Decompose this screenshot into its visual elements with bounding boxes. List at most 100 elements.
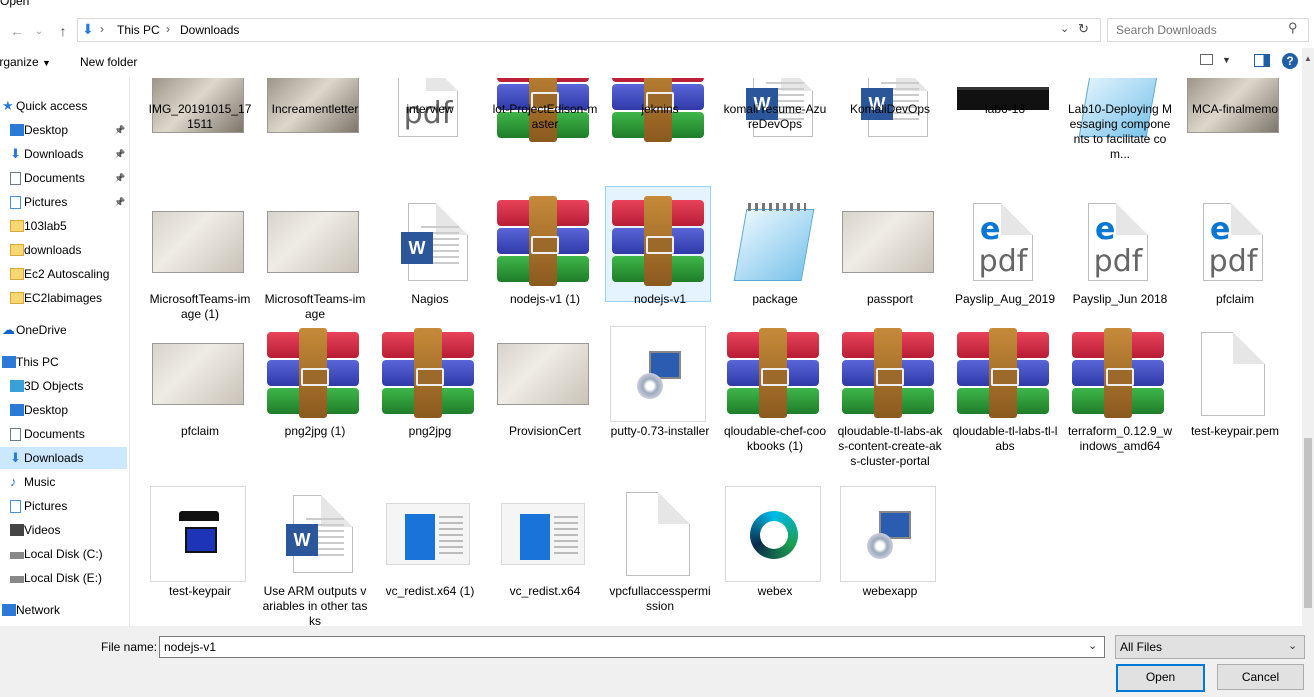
sidebar-item-pictures[interactable]: Pictures 📌 xyxy=(0,191,127,213)
sidebar-item-this-pc[interactable]: This PC xyxy=(0,351,127,373)
sidebar-item-documents[interactable]: Documents 📌 xyxy=(0,167,127,189)
preview-pane-icon[interactable] xyxy=(1254,54,1270,67)
sidebar-item-downloads[interactable]: ⬇ Downloads xyxy=(0,447,127,469)
file-item[interactable]: nodejs-v1 xyxy=(605,186,713,330)
recent-locations-chevron-icon[interactable]: ⌄ xyxy=(30,22,48,40)
file-name-field[interactable]: nodejs-v1 ⌄ xyxy=(159,636,1105,658)
file-name-dropdown-icon[interactable]: ⌄ xyxy=(1088,639,1097,652)
file-item[interactable]: lab6-18 xyxy=(952,78,1058,190)
open-button[interactable]: Open xyxy=(1116,664,1205,692)
back-arrow-icon[interactable]: ← xyxy=(8,22,26,40)
file-item[interactable]: package xyxy=(722,190,828,330)
breadcrumb-downloads[interactable]: Downloads xyxy=(180,23,239,37)
sidebar-item-downloads[interactable]: downloads xyxy=(0,239,127,261)
address-bar[interactable]: ⬇ › This PC › Downloads ⌄ ↻ xyxy=(77,18,1101,42)
sidebar-item-3d-objects[interactable]: 3D Objects xyxy=(0,375,127,397)
file-item[interactable]: qloudable-tl-labs-aks-content-create-aks… xyxy=(837,322,943,468)
file-item[interactable]: vpcfullaccesspermission xyxy=(607,482,713,622)
sidebar-item-pictures[interactable]: Pictures xyxy=(0,495,127,517)
blank-file-icon xyxy=(610,486,706,582)
file-item[interactable]: pdf interview xyxy=(377,78,483,190)
sidebar-item-label: Pictures xyxy=(24,195,68,209)
winrar-archive-icon xyxy=(725,326,821,422)
file-item[interactable]: Wkomali resume-AzureDevOps xyxy=(722,78,828,190)
search-icon[interactable]: ⚲ xyxy=(1288,20,1298,36)
file-type-select[interactable]: All Files ⌄ xyxy=(1115,635,1305,659)
file-item[interactable]: Lab10-Deploying Messaging components to … xyxy=(1067,78,1173,190)
sidebar-item-music[interactable]: ♪ Music xyxy=(0,471,127,493)
file-item[interactable]: IMG_20191015_171511 xyxy=(147,78,253,190)
file-item[interactable]: png2jpg (1) xyxy=(262,322,368,462)
disk-icon xyxy=(10,576,24,583)
file-item[interactable]: webex xyxy=(722,482,828,622)
file-item[interactable]: qloudable-chef-cookbooks (1) xyxy=(722,322,828,462)
file-item[interactable]: MicrosoftTeams-image (1) xyxy=(147,190,253,330)
image-thumbnail xyxy=(150,326,246,422)
sidebar-item-desktop[interactable]: Desktop xyxy=(0,399,127,421)
edge-pdf-icon: e pdf xyxy=(955,194,1051,290)
sidebar-item-desktop[interactable]: Desktop 📌 xyxy=(0,119,127,141)
file-item[interactable]: W Nagios xyxy=(377,190,483,330)
sidebar-item-local-disk-c[interactable]: Local Disk (C:) xyxy=(0,543,127,565)
organize-button[interactable]: Organize ▼ xyxy=(0,55,51,69)
file-item[interactable]: vc_redist.x64 (1) xyxy=(377,482,483,622)
up-arrow-icon[interactable]: ↑ xyxy=(54,22,72,40)
file-item[interactable]: png2jpg xyxy=(377,322,483,462)
file-item[interactable]: test-keypair.pem xyxy=(1182,322,1288,462)
sidebar-item-ec2labimages[interactable]: EC2labimages xyxy=(0,287,127,309)
search-box[interactable]: ⚲ xyxy=(1107,18,1309,42)
sidebar-item-quick-access[interactable]: ★ Quick access xyxy=(0,95,127,117)
scrollbar-thumb[interactable] xyxy=(1304,438,1312,608)
file-item[interactable]: jeknins xyxy=(607,78,713,190)
file-item[interactable]: lot-ProjectEdison-master xyxy=(492,78,598,190)
image-thumbnail xyxy=(265,194,361,290)
file-item[interactable]: test-keypair xyxy=(147,482,253,622)
breadcrumb-this-pc[interactable]: This PC xyxy=(117,23,160,37)
file-item[interactable]: vc_redist.x64 xyxy=(492,482,598,622)
file-name: png2jpg (1) xyxy=(284,424,346,438)
scroll-up-icon[interactable]: ▲ xyxy=(1304,54,1312,63)
organize-dropdown-icon: ▼ xyxy=(42,58,51,68)
view-dropdown-icon[interactable]: ▼ xyxy=(1222,55,1231,65)
file-item[interactable]: W Use ARM outputs variables in other task… xyxy=(262,482,368,626)
file-item[interactable]: MCA-finalmemo xyxy=(1182,78,1288,190)
sidebar-item-label: Pictures xyxy=(24,499,68,513)
file-name: Nagios xyxy=(411,292,449,306)
file-item[interactable]: e pdf Payslip_Aug_2019 xyxy=(952,190,1058,330)
new-folder-button[interactable]: New folder xyxy=(80,55,137,69)
file-item[interactable]: putty-0.73-installer xyxy=(607,322,713,462)
file-item[interactable]: e pdf pfclaim xyxy=(1182,190,1288,330)
sidebar-item-local-disk-e[interactable]: Local Disk (E:) xyxy=(0,567,127,589)
file-item[interactable]: terraform_0.12.9_windows_amd64 xyxy=(1067,322,1173,462)
vertical-scrollbar[interactable]: ▲ xyxy=(1302,48,1314,626)
sidebar-item-ec2-autoscaling[interactable]: Ec2 Autoscaling xyxy=(0,263,127,285)
pin-icon: 📌 xyxy=(114,172,126,183)
file-item[interactable]: webexapp xyxy=(837,482,943,622)
help-icon[interactable]: ? xyxy=(1282,53,1298,69)
pictures-icon xyxy=(10,196,21,209)
refresh-icon[interactable]: ↻ xyxy=(1078,21,1089,37)
file-item[interactable]: qloudable-tl-labs-tl-labs xyxy=(952,322,1058,462)
file-item[interactable]: Increamentletter xyxy=(262,78,368,190)
cancel-button[interactable]: Cancel xyxy=(1217,664,1304,690)
file-item[interactable]: MicrosoftTeams-image xyxy=(262,190,368,330)
sidebar-item-videos[interactable]: Videos xyxy=(0,519,127,541)
file-item[interactable]: e pdf Payslip_Jun 2018 xyxy=(1067,190,1173,330)
sidebar-item-network[interactable]: Network xyxy=(0,599,127,621)
sidebar-item-documents[interactable]: Documents xyxy=(0,423,127,445)
view-options-icon[interactable] xyxy=(1200,54,1213,65)
file-item[interactable]: W KomaliDevOps xyxy=(837,78,943,190)
search-input[interactable] xyxy=(1114,21,1288,39)
sidebar-item-label: Downloads xyxy=(24,451,84,465)
file-item[interactable]: pfclaim xyxy=(147,322,253,462)
word-document-icon: W xyxy=(380,194,476,290)
file-item[interactable]: ProvisionCert xyxy=(492,322,598,462)
file-item[interactable]: nodejs-v1 (1) xyxy=(492,190,598,330)
sidebar-item-downloads[interactable]: ⬇ Downloads 📌 xyxy=(0,143,127,165)
folder-icon xyxy=(10,220,24,232)
address-dropdown-icon[interactable]: ⌄ xyxy=(1060,22,1069,35)
sidebar-item-label: Desktop xyxy=(24,123,69,137)
sidebar-item-103lab5[interactable]: 103lab5 xyxy=(0,215,127,237)
sidebar-item-onedrive[interactable]: ☁ OneDrive xyxy=(0,319,127,341)
file-item[interactable]: passport xyxy=(837,190,943,330)
